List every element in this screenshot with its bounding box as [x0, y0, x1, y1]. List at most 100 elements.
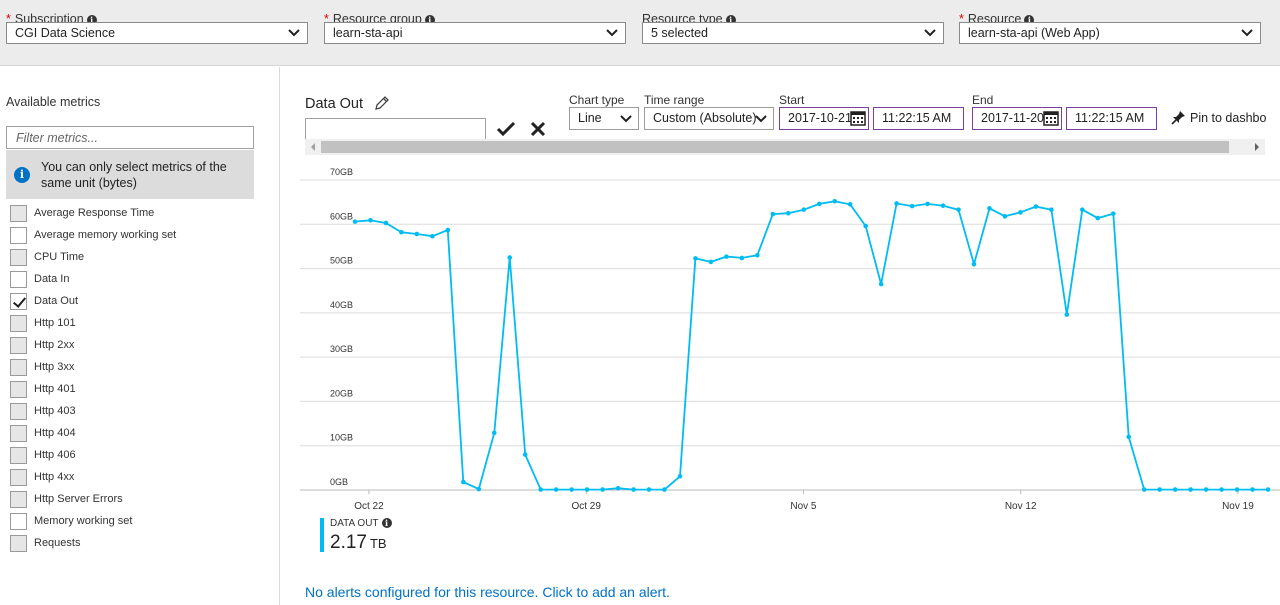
data-point[interactable]	[770, 211, 776, 217]
add-alert-link[interactable]: No alerts configured for this resource. …	[305, 584, 670, 600]
data-point[interactable]	[507, 255, 513, 260]
data-point[interactable]	[1064, 312, 1070, 317]
data-point[interactable]	[971, 261, 977, 267]
data-point[interactable]	[1188, 487, 1193, 492]
data-point[interactable]	[1126, 434, 1132, 440]
data-point[interactable]	[863, 223, 868, 229]
metric-checkbox[interactable]	[10, 447, 27, 464]
metric-item[interactable]: Data Out	[10, 290, 270, 312]
data-point[interactable]	[708, 259, 714, 265]
metric-checkbox[interactable]	[10, 359, 27, 376]
metric-item[interactable]: Average Response Time	[10, 202, 270, 224]
metric-item[interactable]: Http 401	[10, 378, 270, 400]
metric-item[interactable]: Http Server Errors	[10, 488, 270, 510]
data-point[interactable]	[368, 218, 373, 223]
metric-checkbox[interactable]	[10, 315, 27, 332]
info-icon[interactable]: i	[381, 518, 392, 528]
data-point[interactable]	[940, 203, 946, 208]
start-date-input[interactable]: 2017-10-21	[779, 107, 869, 130]
data-point[interactable]	[1110, 211, 1116, 216]
data-point[interactable]	[1018, 210, 1023, 215]
close-icon[interactable]	[530, 121, 546, 137]
metric-item[interactable]: Data In	[10, 268, 270, 290]
pin-to-dashboard-button[interactable]: Pin to dashbo	[1171, 110, 1266, 125]
data-point[interactable]	[430, 233, 435, 239]
data-point[interactable]	[832, 198, 838, 204]
metric-checkbox[interactable]	[10, 469, 27, 486]
metric-checkbox[interactable]	[10, 293, 27, 310]
metric-item[interactable]: Memory working set	[10, 510, 270, 532]
metric-item[interactable]: Http 404	[10, 422, 270, 444]
data-point[interactable]	[569, 487, 574, 492]
checkmark-icon[interactable]	[496, 121, 516, 137]
data-point[interactable]	[847, 202, 853, 207]
subscription-select[interactable]: CGI Data Science	[6, 22, 308, 44]
data-point[interactable]	[1002, 214, 1008, 219]
scrollbar-thumb[interactable]	[321, 141, 1229, 153]
data-point[interactable]	[693, 256, 698, 261]
data-point[interactable]	[383, 220, 389, 226]
data-point[interactable]	[909, 203, 915, 209]
scroll-right-icon[interactable]	[1255, 143, 1259, 151]
metric-checkbox[interactable]	[10, 227, 27, 244]
data-point[interactable]	[894, 201, 899, 206]
metric-item[interactable]: Http 2xx	[10, 334, 270, 356]
data-point[interactable]	[1172, 487, 1178, 492]
data-point[interactable]	[1049, 207, 1054, 212]
data-point[interactable]	[615, 485, 621, 491]
data-point[interactable]	[646, 487, 652, 492]
data-point[interactable]	[878, 281, 884, 287]
resource-type-select[interactable]: 5 selected	[642, 22, 944, 44]
metric-checkbox[interactable]	[10, 271, 27, 288]
metric-item[interactable]: Http 101	[10, 312, 270, 334]
data-point[interactable]	[414, 231, 420, 237]
data-point[interactable]	[491, 430, 497, 436]
metric-item[interactable]: CPU Time	[10, 246, 270, 268]
data-point[interactable]	[816, 201, 822, 207]
data-point[interactable]	[399, 229, 404, 235]
data-point[interactable]	[755, 252, 760, 258]
data-point[interactable]	[584, 487, 590, 492]
metric-checkbox[interactable]	[10, 491, 27, 508]
data-point[interactable]	[461, 479, 466, 485]
metric-checkbox[interactable]	[10, 403, 27, 420]
data-point[interactable]	[801, 207, 807, 212]
data-point[interactable]	[956, 207, 961, 212]
data-point[interactable]	[476, 486, 482, 492]
scroll-left-icon[interactable]	[311, 143, 315, 151]
data-point[interactable]	[677, 473, 683, 479]
horizontal-scrollbar[interactable]	[305, 139, 1265, 155]
data-point[interactable]	[1095, 215, 1101, 221]
data-point[interactable]	[987, 206, 992, 211]
data-point[interactable]	[600, 487, 605, 492]
metric-item[interactable]: Http 3xx	[10, 356, 270, 378]
metric-item[interactable]: Average memory working set	[10, 224, 270, 246]
data-point[interactable]	[1033, 204, 1039, 209]
data-point[interactable]	[445, 227, 451, 233]
metric-checkbox[interactable]	[10, 249, 27, 266]
data-point[interactable]	[522, 452, 528, 457]
time-range-select[interactable]: Custom (Absolute)	[644, 107, 774, 130]
calendar-icon[interactable]	[1043, 111, 1059, 126]
metric-checkbox[interactable]	[10, 205, 27, 222]
data-point[interactable]	[925, 201, 930, 207]
data-point[interactable]	[662, 487, 667, 492]
data-point[interactable]	[352, 219, 358, 224]
data-point[interactable]	[1203, 487, 1209, 492]
data-point[interactable]	[1157, 487, 1162, 492]
filter-metrics-input[interactable]	[6, 126, 254, 149]
data-point[interactable]	[739, 255, 745, 261]
start-time-input[interactable]: 11:22:15 AM	[873, 107, 964, 130]
metric-item[interactable]: Http 403	[10, 400, 270, 422]
metric-item[interactable]: Http 406	[10, 444, 270, 466]
metric-checkbox[interactable]	[10, 337, 27, 354]
metric-checkbox[interactable]	[10, 425, 27, 442]
data-point[interactable]	[1080, 207, 1085, 212]
chart-type-select[interactable]: Line	[569, 107, 639, 130]
data-point[interactable]	[553, 487, 559, 492]
data-point[interactable]	[1141, 487, 1147, 492]
data-point[interactable]	[785, 210, 791, 216]
metric-checkbox[interactable]	[10, 381, 27, 398]
calendar-icon[interactable]	[850, 111, 866, 126]
data-point[interactable]	[538, 487, 543, 492]
